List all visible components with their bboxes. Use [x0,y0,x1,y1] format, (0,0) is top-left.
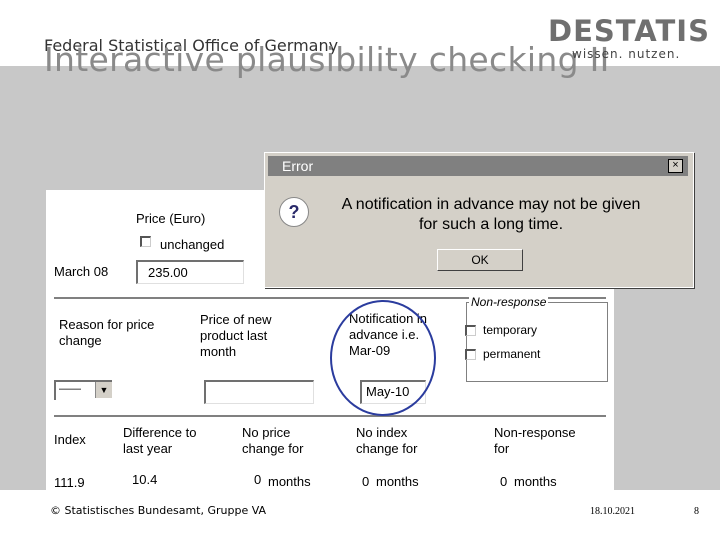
months-label: months [514,474,557,489]
chevron-down-icon[interactable]: ▼ [95,382,112,398]
error-dialog: Error × ? A notification in advance may … [264,152,694,288]
page-number: 8 [694,506,699,517]
unchanged-checkbox[interactable] [140,236,151,247]
reason-label: Reason for price change [59,317,155,348]
question-icon: ? [279,197,309,227]
period-label: March 08 [54,264,109,279]
slide-title: Interactive plausibility checking II [44,40,610,79]
months-label: months [376,474,419,489]
footer-date: 18.10.2021 [590,506,635,517]
logo-tagline: wissen. nutzen. [572,47,681,61]
price-input[interactable]: 235.00 [136,260,244,284]
no-price-months-value: 0 [254,472,262,487]
no-index-change-label: No index change for [356,425,418,456]
price-value: 235.00 [148,265,188,280]
new-price-input[interactable] [204,380,314,404]
nonresponse-for-label: Non-response for [494,425,576,456]
nonresponse-group-label: Non-response [469,295,549,309]
highlight-ellipse [330,300,436,416]
no-price-change-label: No price change for [242,425,304,456]
close-icon[interactable]: × [668,159,683,173]
unchanged-label: unchanged [160,237,225,252]
divider [54,415,606,418]
reason-select[interactable]: —— ▼ [54,380,112,400]
reason-select-value: —— [59,383,81,395]
temporary-checkbox[interactable] [465,325,476,336]
footer-copyright: © Statistisches Bundesamt, Gruppe VA [50,504,267,517]
no-index-months-value: 0 [362,474,370,489]
logo-brand: DESTATIS [548,14,710,48]
ok-button[interactable]: OK [437,249,523,271]
nonresponse-months-value: 0 [500,474,508,489]
diff-value: 10.4 [132,472,158,487]
dialog-message: A notification in advance may not be giv… [341,196,641,233]
dialog-title: Error [282,158,314,174]
dialog-titlebar: Error × [268,156,688,176]
nonresponse-group: Non-response temporary permanent [465,295,608,382]
diff-label: Difference to last year [123,425,197,456]
permanent-checkbox[interactable] [465,349,476,360]
price-label: Price (Euro) [136,211,206,226]
new-price-label: Price of new product last month [200,312,272,359]
index-value: 111.9 [54,475,85,490]
permanent-label: permanent [483,347,541,361]
index-label: Index [54,432,86,447]
temporary-label: temporary [483,323,538,337]
destatis-logo: DESTATIS wissen. nutzen. [548,14,709,61]
months-label: months [268,474,311,489]
